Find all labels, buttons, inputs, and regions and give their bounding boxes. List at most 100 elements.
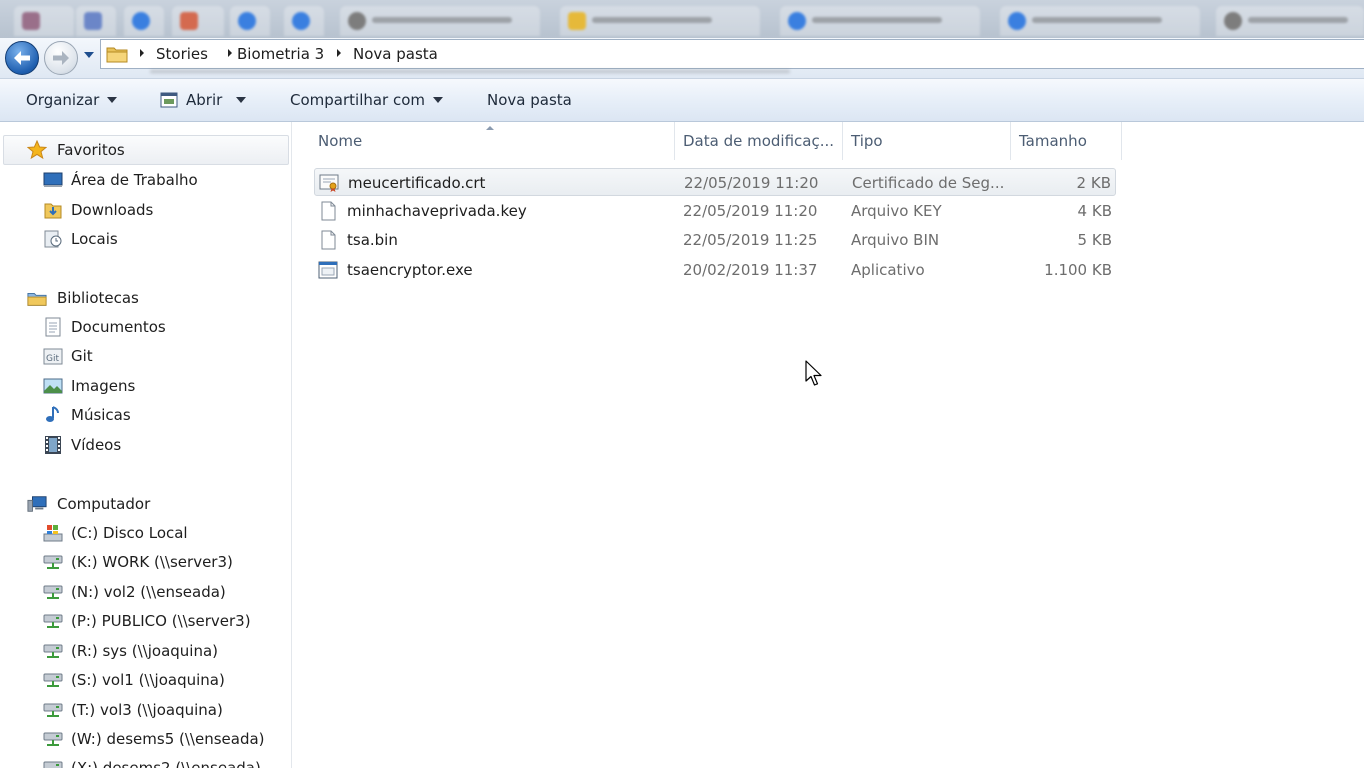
mouse-cursor-icon xyxy=(805,360,822,386)
file-row[interactable]: meucertificado.crt 22/05/2019 11:20 Cert… xyxy=(314,168,1116,196)
file-row[interactable]: tsa.bin 22/05/2019 11:25 Arquivo BIN 5 K… xyxy=(314,226,1116,254)
browser-tab[interactable] xyxy=(172,6,224,36)
nav-item-downloads[interactable]: Downloads xyxy=(43,197,153,223)
nav-item-desktop[interactable]: Área de Trabalho xyxy=(43,167,198,193)
share-button[interactable]: Compartilhar com xyxy=(290,91,444,109)
column-header-modified[interactable]: Data de modificaç... xyxy=(675,122,843,160)
organize-label: Organizar xyxy=(26,91,100,109)
nav-favorites[interactable]: Favoritos xyxy=(27,136,125,164)
file-name: tsaencryptor.exe xyxy=(347,261,473,279)
libraries-icon xyxy=(27,288,47,308)
caret-down-icon xyxy=(107,97,118,103)
music-note-icon xyxy=(43,405,63,425)
browser-tab[interactable] xyxy=(14,6,74,36)
new-folder-button[interactable]: Nova pasta xyxy=(487,91,572,109)
file-modified: 22/05/2019 11:20 xyxy=(683,202,818,220)
recent-places-icon xyxy=(43,229,63,249)
nav-libraries[interactable]: Bibliotecas xyxy=(27,284,139,312)
browser-tab[interactable] xyxy=(560,6,760,36)
nav-item-drive-p[interactable]: (P:) PUBLICO (\\server3) xyxy=(43,608,251,634)
nav-item-drive-n[interactable]: (N:) vol2 (\\enseada) xyxy=(43,579,226,605)
nav-item-label: (X:) desems2 (\\enseada) xyxy=(71,759,261,768)
chevron-down-icon[interactable] xyxy=(82,48,96,62)
network-drive-icon xyxy=(43,641,63,661)
column-label: Data de modificaç... xyxy=(683,132,835,150)
nav-item-label: (C:) Disco Local xyxy=(71,524,188,542)
nav-item-drive-w[interactable]: (W:) desems5 (\\enseada) xyxy=(43,726,265,752)
file-type: Aplicativo xyxy=(851,261,925,279)
navigation-pane[interactable]: Favoritos Área de Trabalho Downloads Loc… xyxy=(0,122,292,768)
file-size: 4 KB xyxy=(1077,202,1112,220)
nav-item-recent-places[interactable]: Locais xyxy=(43,226,118,252)
browser-tab[interactable] xyxy=(124,6,164,36)
tab-favicon-icon xyxy=(1008,12,1026,30)
nav-item-label: (T:) vol3 (\\joaquina) xyxy=(71,701,223,719)
nav-item-drive-x[interactable]: (X:) desems2 (\\enseada) xyxy=(43,755,261,768)
nav-item-pictures[interactable]: Imagens xyxy=(43,373,135,399)
nav-item-label: (K:) WORK (\\server3) xyxy=(71,553,233,571)
nav-item-music[interactable]: Músicas xyxy=(43,402,131,428)
nav-item-label: Git xyxy=(71,347,93,365)
blank-file-icon xyxy=(321,230,336,250)
nav-computer[interactable]: Computador xyxy=(27,490,150,518)
open-button[interactable]: Abrir xyxy=(160,91,247,109)
pictures-icon xyxy=(43,376,63,396)
forward-button[interactable] xyxy=(44,41,78,75)
breadcrumb-item[interactable]: Biometria 3 xyxy=(237,45,324,63)
file-list[interactable]: Nome Data de modificaç... Tipo Tamanho m… xyxy=(292,122,1364,768)
file-type: Arquivo BIN xyxy=(851,231,940,249)
nav-item-label: (S:) vol1 (\\joaquina) xyxy=(71,671,225,689)
file-name: tsa.bin xyxy=(347,231,398,249)
blank-file-icon xyxy=(321,201,336,221)
nav-item-git[interactable]: Git Git xyxy=(43,343,93,369)
chevron-right-icon[interactable] xyxy=(138,46,146,60)
nav-item-videos[interactable]: Vídeos xyxy=(43,432,121,458)
tab-favicon-icon xyxy=(22,12,40,30)
browser-tab[interactable] xyxy=(1216,6,1364,36)
column-header-name[interactable]: Nome xyxy=(310,122,675,160)
organize-button[interactable]: Organizar xyxy=(26,91,118,109)
chevron-right-icon[interactable] xyxy=(226,46,234,60)
nav-item-drive-t[interactable]: (T:) vol3 (\\joaquina) xyxy=(43,697,223,723)
nav-item-drive-c[interactable]: (C:) Disco Local xyxy=(43,520,188,546)
nav-item-drive-r[interactable]: (R:) sys (\\joaquina) xyxy=(43,638,218,664)
nav-item-label: Locais xyxy=(71,230,118,248)
browser-tab[interactable] xyxy=(284,6,324,36)
nav-group-label: Favoritos xyxy=(57,141,125,159)
local-disk-icon xyxy=(43,523,63,543)
file-modified: 20/02/2019 11:37 xyxy=(683,261,818,279)
desktop-icon xyxy=(43,170,63,190)
path-box[interactable]: Stories Biometria 3 Nova pasta xyxy=(100,39,1364,69)
tab-favicon-icon xyxy=(348,12,366,30)
column-header-type[interactable]: Tipo xyxy=(843,122,1011,160)
nav-item-documents[interactable]: Documentos xyxy=(43,314,166,340)
back-button[interactable] xyxy=(5,41,39,75)
file-row[interactable]: minhachaveprivada.key 22/05/2019 11:20 A… xyxy=(314,197,1116,225)
column-label: Nome xyxy=(318,132,363,150)
chevron-right-icon[interactable] xyxy=(335,46,343,60)
blurred-overlay xyxy=(150,70,790,73)
browser-tab[interactable] xyxy=(780,6,980,36)
column-label: Tamanho xyxy=(1019,132,1087,150)
file-row[interactable]: tsaencryptor.exe 20/02/2019 11:37 Aplica… xyxy=(314,256,1116,284)
nav-item-label: Área de Trabalho xyxy=(71,171,198,189)
browser-tab[interactable] xyxy=(230,6,270,36)
nav-item-drive-s[interactable]: (S:) vol1 (\\joaquina) xyxy=(43,667,225,693)
address-bar: Stories Biometria 3 Nova pasta xyxy=(0,38,1364,78)
breadcrumb-item[interactable]: Nova pasta xyxy=(353,45,438,63)
tab-favicon-icon xyxy=(238,12,256,30)
file-modified: 22/05/2019 11:20 xyxy=(684,174,819,192)
arrow-left-icon xyxy=(14,51,30,65)
file-size: 1.100 KB xyxy=(1044,261,1112,279)
breadcrumb-item[interactable]: Stories xyxy=(156,45,208,63)
certificate-icon xyxy=(319,174,339,192)
browser-tab[interactable] xyxy=(340,6,540,36)
nav-item-label: Imagens xyxy=(71,377,136,395)
nav-item-drive-k[interactable]: (K:) WORK (\\server3) xyxy=(43,549,233,575)
column-header-size[interactable]: Tamanho xyxy=(1011,122,1122,160)
nav-item-label: Downloads xyxy=(71,201,154,219)
browser-tab[interactable] xyxy=(1000,6,1200,36)
browser-tab[interactable] xyxy=(76,6,116,36)
nav-item-label: Vídeos xyxy=(71,436,122,454)
network-drive-icon xyxy=(43,700,63,720)
